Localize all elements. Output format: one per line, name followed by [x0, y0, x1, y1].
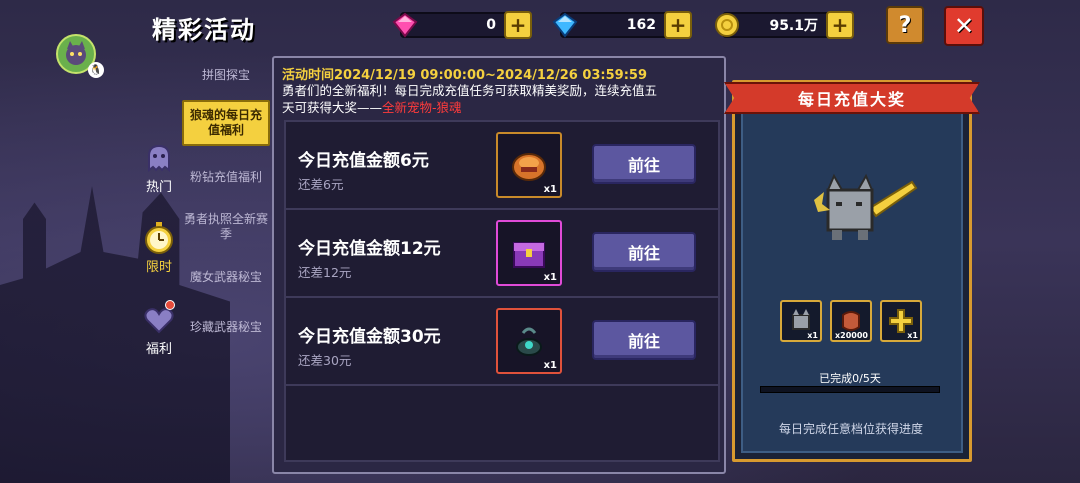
prize-reward-material[interactable]: x20000 [830, 300, 872, 342]
go-button[interactable]: 前往 [592, 232, 696, 272]
desc-line-2: 天可获得大奖——全新宠物-狼魂 [282, 99, 722, 116]
reward-count: x1 [543, 360, 557, 371]
gold-coin-icon [712, 10, 742, 40]
reward-slot[interactable]: x1 [496, 308, 562, 374]
desc-highlight: 全新宠物-狼魂 [382, 100, 462, 115]
stopwatch-icon [141, 220, 177, 256]
ghost-icon [141, 140, 177, 176]
reward-count: x1 [807, 331, 818, 340]
go-button[interactable]: 前往 [592, 320, 696, 360]
prize-reward-cross[interactable]: x1 [880, 300, 922, 342]
prize-inner-frame [741, 111, 963, 453]
grand-prize-panel [732, 80, 972, 462]
task-row: 今日充值金额30元 还差30元 x1 前往 [286, 298, 718, 386]
category-label: 福利 [145, 342, 172, 357]
coin-count: 95.1万 [769, 18, 818, 34]
menu-item-treasured-weapon[interactable]: 珍藏武器秘宝 [182, 320, 270, 335]
heart-pot-icon [141, 300, 177, 338]
menu-item-hero-license[interactable]: 勇者执照全新赛季 [182, 212, 270, 242]
category-label: 热门 [145, 180, 172, 195]
reward-count: x20000 [835, 331, 868, 340]
category-hot[interactable]: 热门 [136, 140, 182, 195]
event-time: 活动时间2024/12/19 09:00:00~2024/12/26 03:59… [282, 68, 648, 83]
prize-ribbon: 每日充值大奖 [724, 82, 980, 114]
task-remaining: 还差30元 [298, 353, 352, 368]
menu-item-puzzle[interactable]: 拼图探宝 [182, 68, 270, 83]
coin-counter: 95.1万 + [715, 11, 854, 39]
category-label: 限时 [145, 260, 172, 275]
menu-item-wolf-soul-recharge[interactable]: 狼魂的每日充值福利 [182, 100, 270, 146]
task-title: 今日充值金额12元 [298, 239, 441, 259]
menu-item-witch-weapon[interactable]: 魔女武器秘宝 [182, 270, 270, 285]
reward-count: x1 [543, 184, 557, 195]
task-row: 今日充值金额6元 还差6元 x1 前往 [286, 122, 718, 210]
add-diamonds-button[interactable]: + [664, 11, 692, 39]
go-button[interactable]: 前往 [592, 144, 696, 184]
progress-text: 已完成0/5天 [819, 372, 881, 385]
notification-dot [165, 300, 175, 310]
event-description: 勇者们的全新福利！每日完成充值任务可获取精美奖励，连续充值五 天可获得大奖——全… [282, 82, 722, 116]
reward-slot[interactable]: x1 [496, 220, 562, 286]
diamond-counter: 162 + [552, 11, 692, 39]
wolf-soul-pet-image [800, 170, 920, 250]
gem-count: 0 [486, 17, 496, 33]
reward-count: x1 [543, 272, 557, 283]
category-welfare[interactable]: 福利 [136, 300, 182, 357]
help-button[interactable]: ? [886, 6, 924, 44]
prize-reward-pet[interactable]: x1 [780, 300, 822, 342]
blue-diamond-icon [550, 10, 580, 40]
treasure-chest-icon [513, 242, 545, 268]
cat-avatar-icon [66, 41, 86, 65]
add-gems-button[interactable]: + [504, 11, 532, 39]
progress-bar [760, 386, 940, 393]
food-bun-icon [512, 153, 546, 181]
diamond-count: 162 [626, 17, 656, 33]
page-title: 精彩活动 [152, 16, 256, 44]
task-title: 今日充值金额30元 [298, 327, 441, 347]
task-remaining: 还差6元 [298, 177, 344, 192]
task-list: 今日充值金额6元 还差6元 x1 前往 今日充值金额12元 还差12元 x1 前… [284, 120, 720, 462]
progress-note: 每日完成任意档位获得进度 [778, 422, 923, 436]
reward-slot[interactable]: x1 [496, 132, 562, 198]
task-title: 今日充值金额6元 [298, 151, 429, 171]
desc-line-1: 勇者们的全新福利！每日完成充值任务可获取精美奖励，连续充值五 [282, 83, 658, 98]
add-coins-button[interactable]: + [826, 11, 854, 39]
task-remaining: 还差12元 [298, 265, 352, 280]
qq-penguin-icon: 🐧 [88, 62, 104, 78]
reward-count: x1 [907, 331, 918, 340]
menu-item-pink-diamond[interactable]: 粉钻充值福利 [182, 170, 270, 185]
task-row: 今日充值金额12元 还差12元 x1 前往 [286, 210, 718, 298]
pink-gem-icon [390, 10, 420, 40]
creature-pet-icon [516, 327, 542, 356]
close-button[interactable]: ✕ [944, 6, 984, 46]
category-limited[interactable]: 限时 [136, 220, 182, 275]
gem-counter: 0 + [392, 11, 532, 39]
desc-prefix: 天可获得大奖—— [282, 100, 383, 115]
